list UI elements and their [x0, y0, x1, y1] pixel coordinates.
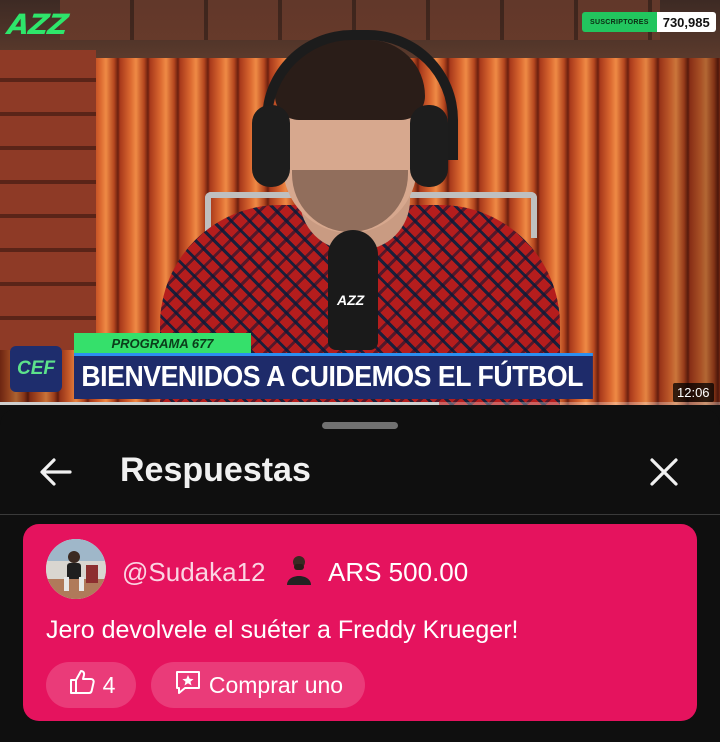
close-icon[interactable]	[646, 454, 682, 490]
comment-text: Jero devolvele el suéter a Freddy Kruege…	[46, 616, 519, 644]
thumbs-up-icon	[67, 667, 97, 703]
video-progress-bar[interactable]	[0, 402, 720, 405]
arrow-left-icon[interactable]	[36, 452, 76, 492]
mic-logo: AZZ	[337, 292, 365, 308]
progress-fill	[0, 402, 440, 405]
comment-username[interactable]: @Sudaka12	[122, 557, 266, 588]
lower-third-title: BIENVENIDOS A CUIDEMOS EL FÚTBOL	[74, 353, 593, 399]
headphone-left	[252, 105, 290, 187]
buy-button[interactable]: Comprar uno	[151, 662, 365, 708]
show-logo: CEF	[10, 346, 62, 392]
subscriber-label: SUSCRIPTORES	[582, 12, 657, 32]
panel-title: Respuestas	[120, 451, 311, 489]
drag-handle[interactable]	[322, 422, 398, 429]
like-count: 4	[102, 671, 116, 698]
program-tag: PROGRAMA 677	[74, 333, 251, 353]
video-timestamp: 12:06	[673, 383, 714, 402]
header-divider	[0, 514, 720, 515]
video-player[interactable]: AZZ AZZ SUSCRIPTORES 730,985 PROGRAMA 67…	[0, 0, 720, 405]
microphone	[328, 230, 378, 350]
donation-amount: ARS 500.00	[328, 557, 469, 587]
subscriber-counter: SUSCRIPTORES 730,985	[582, 12, 716, 32]
headphone-right	[410, 105, 448, 187]
avatar[interactable]	[46, 539, 106, 599]
super-thanks-icon	[173, 667, 203, 703]
lower-third-text: BIENVENIDOS A CUIDEMOS EL FÚTBOL	[81, 361, 583, 393]
buy-label: Comprar uno	[208, 671, 344, 698]
subscriber-count: 730,985	[656, 12, 716, 32]
channel-logo: AZZ	[5, 8, 70, 41]
member-badge-icon	[284, 553, 314, 585]
like-button[interactable]: 4	[46, 662, 136, 708]
brick-wall-left	[0, 50, 96, 350]
